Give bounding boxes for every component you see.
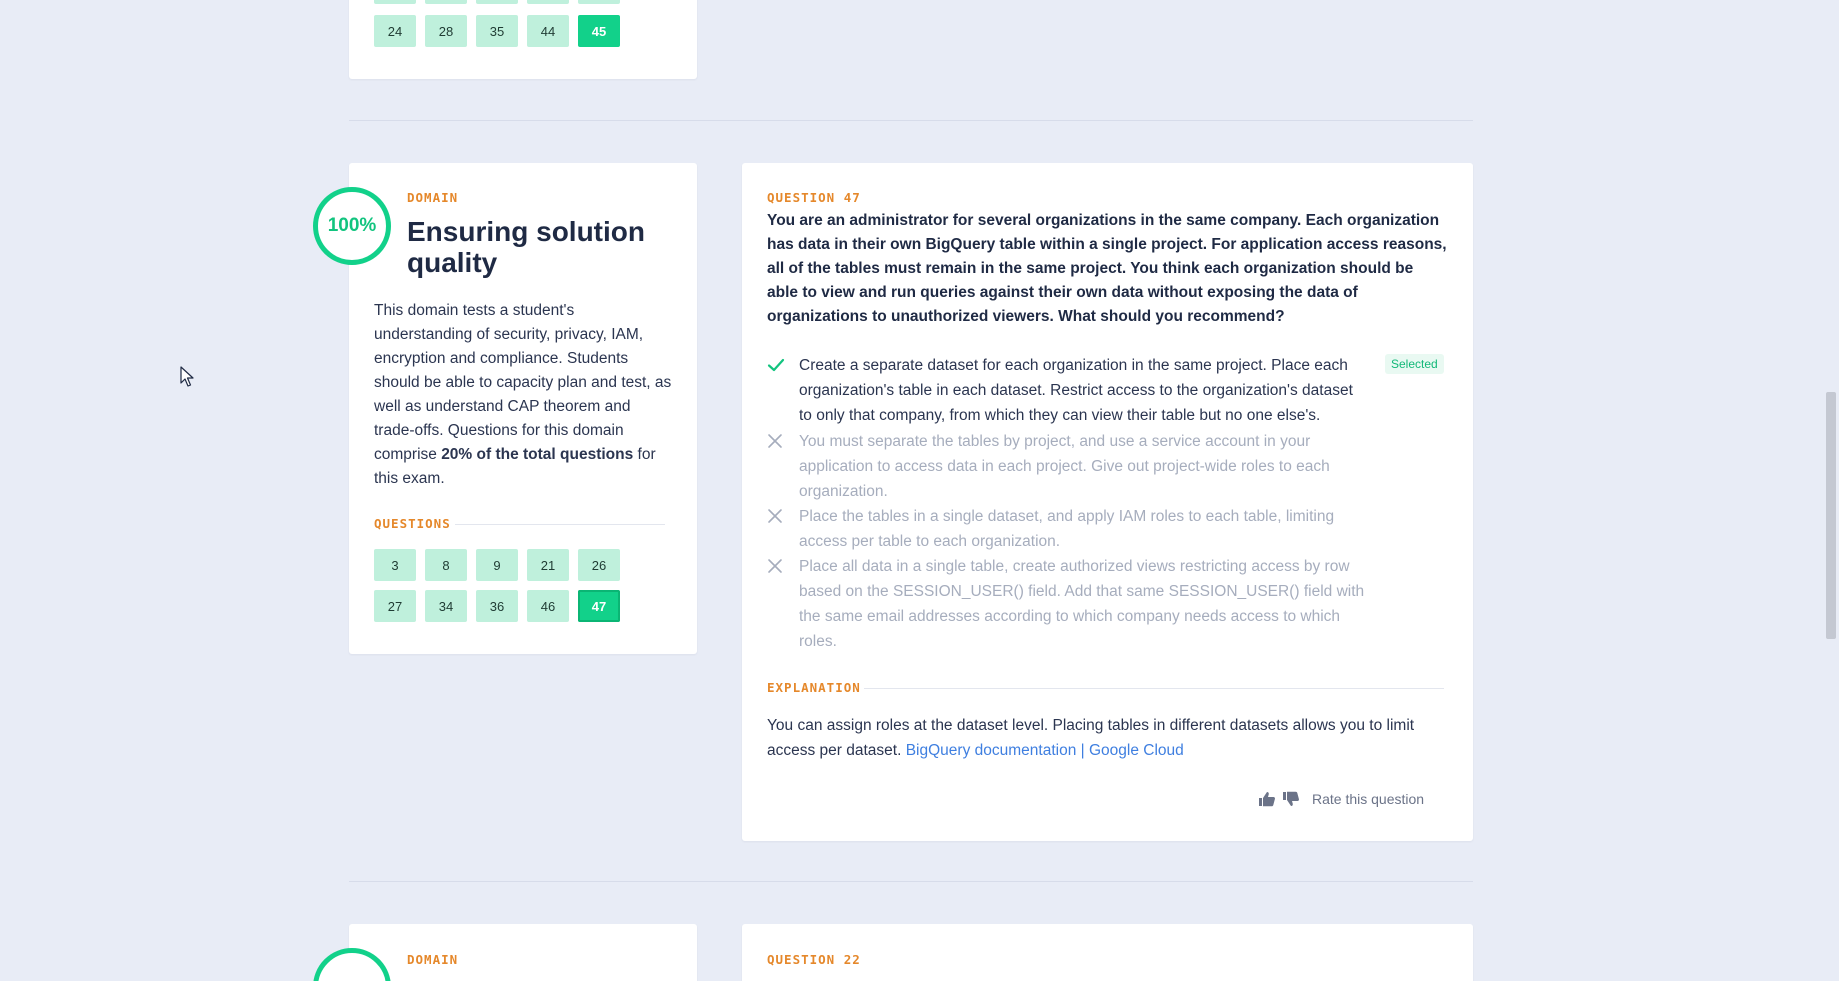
description-emphasis: 20% of the total questions bbox=[441, 446, 634, 463]
answer-option[interactable]: Place the tables in a single dataset, an… bbox=[799, 504, 1369, 554]
scrollbar-track[interactable] bbox=[1822, 0, 1839, 981]
explanation-label: EXPLANATION bbox=[767, 680, 861, 695]
next-domain-label: DOMAIN bbox=[407, 952, 459, 967]
domain-description: This domain tests a student's understand… bbox=[374, 299, 674, 491]
domain-score-ring: 100% bbox=[313, 187, 391, 265]
question-text: You are an administrator for several org… bbox=[767, 212, 1447, 325]
question-number-button-active[interactable]: 47 bbox=[578, 590, 620, 622]
question-number-button[interactable]: 9 bbox=[476, 549, 518, 581]
explanation-text: You can assign roles at the dataset leve… bbox=[767, 713, 1447, 763]
rate-question: Rate this question bbox=[1258, 791, 1424, 807]
question-number-button[interactable]: 3 bbox=[374, 549, 416, 581]
thumbs-down-icon[interactable] bbox=[1282, 791, 1300, 807]
question-number-button[interactable]: 27 bbox=[374, 590, 416, 622]
domain-score: 100% bbox=[327, 215, 377, 236]
answer-option[interactable]: You must separate the tables by project,… bbox=[799, 429, 1369, 504]
question-stub bbox=[425, 0, 467, 4]
answer-option-correct[interactable]: Create a separate dataset for each organ… bbox=[799, 353, 1369, 428]
section-divider bbox=[349, 120, 1473, 121]
questions-label: QUESTIONS bbox=[374, 516, 451, 531]
previous-question-grid: 24 28 35 44 45 bbox=[374, 15, 620, 47]
mouse-cursor-icon bbox=[180, 366, 194, 387]
question-number-button[interactable]: 26 bbox=[578, 549, 620, 581]
question-number-button-active[interactable]: 45 bbox=[578, 15, 620, 47]
selected-badge: Selected bbox=[1385, 354, 1444, 374]
question-number-button[interactable]: 34 bbox=[425, 590, 467, 622]
question-label: QUESTION 47 bbox=[767, 190, 861, 205]
checkmark-icon bbox=[767, 358, 785, 372]
answer-option[interactable]: Place all data in a single table, create… bbox=[799, 554, 1369, 654]
explanation-rule bbox=[864, 688, 1444, 689]
question-stub bbox=[527, 0, 569, 4]
questions-rule bbox=[455, 524, 665, 525]
question-number-button[interactable]: 21 bbox=[527, 549, 569, 581]
x-icon bbox=[768, 509, 782, 523]
question-number-button[interactable]: 24 bbox=[374, 15, 416, 47]
domain-label: DOMAIN bbox=[407, 190, 459, 205]
question-number-button[interactable]: 8 bbox=[425, 549, 467, 581]
question-number-button[interactable]: 35 bbox=[476, 15, 518, 47]
question-stub bbox=[578, 0, 620, 4]
question-number-button[interactable]: 46 bbox=[527, 590, 569, 622]
previous-question-stubs bbox=[374, 0, 620, 4]
domain-title: Ensuring solution quality bbox=[407, 216, 645, 278]
question-number-button[interactable]: 44 bbox=[527, 15, 569, 47]
next-question-label: QUESTION 22 bbox=[767, 952, 861, 967]
next-domain-card bbox=[349, 924, 697, 981]
x-icon bbox=[768, 434, 782, 448]
section-divider bbox=[349, 881, 1473, 882]
domain-question-grid: 3 8 9 21 26 27 34 36 46 47 bbox=[374, 549, 620, 622]
description-text: This domain tests a student's understand… bbox=[374, 302, 672, 463]
thumbs-up-icon[interactable] bbox=[1258, 791, 1276, 807]
question-stub bbox=[476, 0, 518, 4]
question-number-button[interactable]: 36 bbox=[476, 590, 518, 622]
question-number-button[interactable]: 28 bbox=[425, 15, 467, 47]
scrollbar-thumb[interactable] bbox=[1826, 392, 1836, 639]
question-stub bbox=[374, 0, 416, 4]
x-icon bbox=[768, 559, 782, 573]
explanation-link[interactable]: BigQuery documentation | Google Cloud bbox=[906, 742, 1184, 759]
rate-label[interactable]: Rate this question bbox=[1312, 791, 1424, 807]
